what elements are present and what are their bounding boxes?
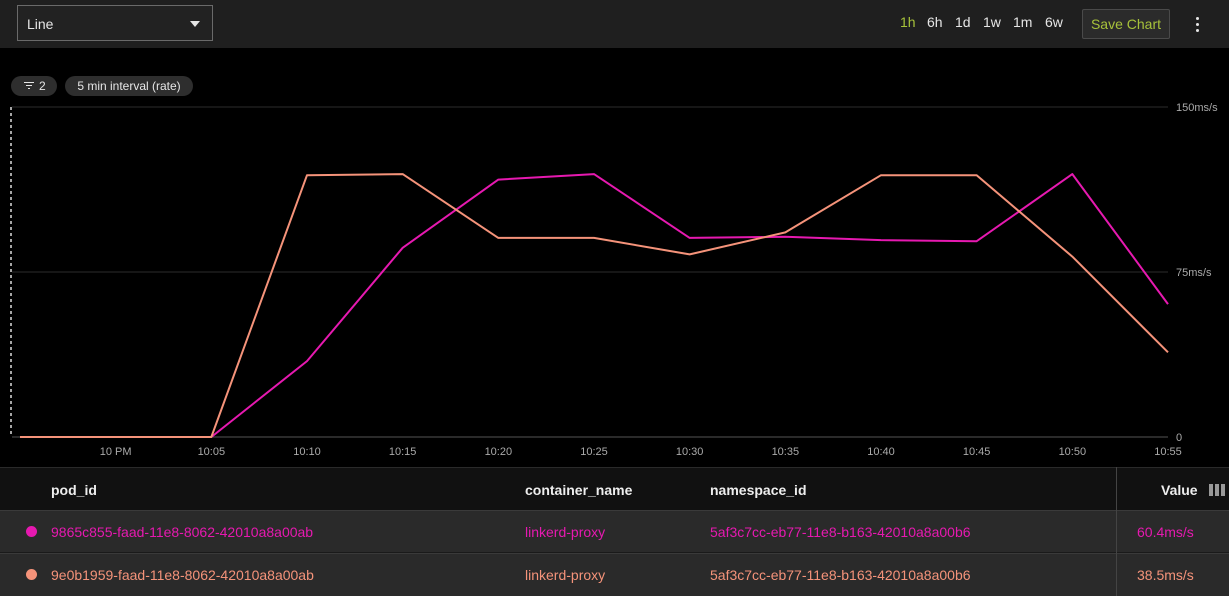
- x-tick-label: 10:10: [293, 446, 321, 458]
- x-tick-label: 10:55: [1154, 446, 1182, 458]
- more-options-icon[interactable]: [1188, 13, 1208, 35]
- cell-container-name: linkerd-proxy: [525, 524, 606, 540]
- cell-pod-id: 9e0b1959-faad-11e8-8062-42010a8a00ab: [51, 567, 314, 583]
- header-container-name[interactable]: container_name: [525, 482, 632, 498]
- toolbar: Line 1h 6h 1d 1w 1m 6w Save Chart: [0, 0, 1229, 48]
- series-color-dot: [26, 526, 37, 537]
- range-1m[interactable]: 1m: [1013, 14, 1032, 30]
- chart-grid: [10, 106, 1168, 438]
- cell-value: 60.4ms/s: [1137, 524, 1194, 540]
- x-tick-label: 10:35: [772, 446, 800, 458]
- table-row[interactable]: 9e0b1959-faad-11e8-8062-42010a8a00ab lin…: [0, 553, 1229, 596]
- x-tick-label: 10 PM: [100, 446, 132, 458]
- x-tick-label: 10:45: [963, 446, 991, 458]
- table-row[interactable]: 9865c855-faad-11e8-8062-42010a8a00ab lin…: [0, 510, 1229, 552]
- y-tick-label: 0: [1176, 432, 1182, 444]
- filter-icon: [24, 82, 34, 90]
- y-axis-labels: 150ms/s 75ms/s 0: [1176, 102, 1218, 444]
- column-divider: [1116, 467, 1117, 596]
- series-line-1: [20, 173, 1169, 438]
- x-axis-labels: 10 PM 10:05 10:10 10:15 10:20 10:25 10:30 10:35…: [100, 446, 1182, 458]
- x-tick-label: 10:25: [580, 446, 608, 458]
- cell-value: 38.5ms/s: [1137, 567, 1194, 583]
- range-1w[interactable]: 1w: [983, 14, 1001, 30]
- x-tick-label: 10:40: [867, 446, 895, 458]
- header-value[interactable]: Value: [1161, 482, 1198, 498]
- table-header: pod_id container_name namespace_id Value: [0, 467, 1229, 511]
- cell-container-name: linkerd-proxy: [525, 567, 606, 583]
- interval-chip[interactable]: 5 min interval (rate): [65, 76, 193, 96]
- line-chart: 150ms/s 75ms/s 0 10 PM 10:05 10:10 10:15 10:20…: [10, 102, 1218, 458]
- header-namespace-id[interactable]: namespace_id: [710, 482, 807, 498]
- series-color-dot: [26, 569, 37, 580]
- y-tick-label: 150ms/s: [1176, 102, 1218, 114]
- x-tick-label: 10:15: [389, 446, 417, 458]
- range-1h[interactable]: 1h: [900, 14, 916, 30]
- chart-type-select[interactable]: Line: [17, 5, 213, 41]
- range-6w[interactable]: 6w: [1045, 14, 1063, 30]
- chevron-down-icon: [190, 21, 200, 27]
- chart-lines: [20, 173, 1169, 438]
- cell-namespace-id: 5af3c7cc-eb77-11e8-b163-42010a8a00b6: [710, 524, 971, 540]
- save-chart-button[interactable]: Save Chart: [1082, 9, 1170, 39]
- filter-count: 2: [39, 79, 46, 93]
- range-1d[interactable]: 1d: [955, 14, 971, 30]
- y-tick-label: 75ms/s: [1176, 267, 1212, 279]
- filter-chip[interactable]: 2: [11, 76, 57, 96]
- x-tick-label: 10:20: [485, 446, 513, 458]
- legend-table: pod_id container_name namespace_id Value…: [0, 467, 1229, 596]
- columns-icon[interactable]: [1209, 484, 1225, 496]
- series-line-2: [20, 173, 1169, 438]
- x-tick-label: 10:50: [1059, 446, 1087, 458]
- chart-type-value: Line: [27, 16, 54, 32]
- cell-pod-id: 9865c855-faad-11e8-8062-42010a8a00ab: [51, 524, 314, 540]
- header-pod-id[interactable]: pod_id: [51, 482, 97, 498]
- range-6h[interactable]: 6h: [927, 14, 943, 30]
- x-tick-label: 10:05: [198, 446, 226, 458]
- x-tick-label: 10:30: [676, 446, 704, 458]
- cell-namespace-id: 5af3c7cc-eb77-11e8-b163-42010a8a00b6: [710, 567, 971, 583]
